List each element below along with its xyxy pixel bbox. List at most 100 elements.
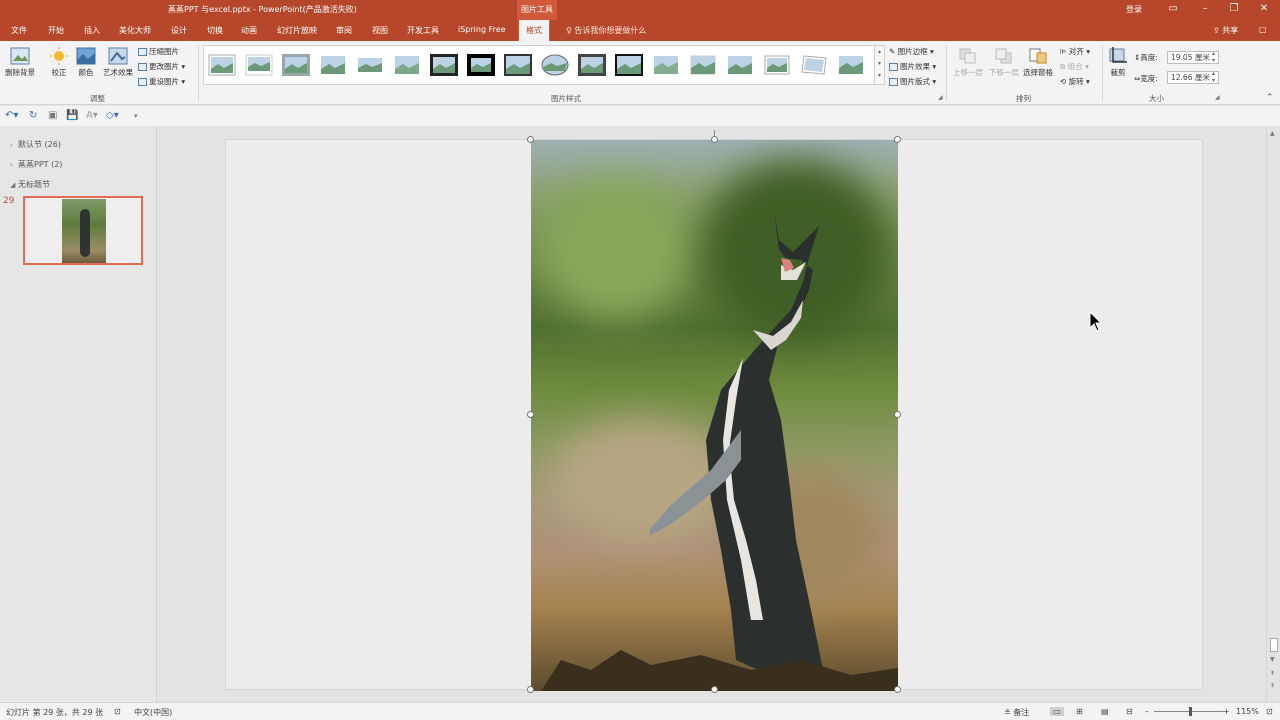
color-button[interactable]: 颜色 [74,47,98,78]
resize-handle-bottom-right[interactable] [894,686,901,693]
gallery-scroll[interactable]: ▴ ▾ ▾ [874,45,885,85]
corrections-button[interactable]: 校正 [46,47,72,78]
zoom-in-icon[interactable]: + [1223,707,1230,716]
picture-style-8[interactable] [467,54,495,76]
close-icon[interactable]: ✕ [1257,3,1271,15]
picture-style-4[interactable] [319,54,347,76]
minimize-icon[interactable]: – [1198,3,1212,15]
tab-animations[interactable]: 动画 [241,25,257,36]
next-slide-icon[interactable]: ⇟ [1270,682,1275,689]
crop-button[interactable]: 裁剪 [1106,47,1130,78]
picture-style-2[interactable] [245,54,273,76]
tab-home[interactable]: 开始 [48,25,64,36]
picture-style-6[interactable] [393,54,421,76]
spellcheck-icon[interactable]: ⊡ [114,707,121,716]
tab-insert[interactable]: 插入 [84,25,100,36]
height-spinner[interactable]: ▴ ▾ [1212,50,1215,64]
save-icon[interactable]: 💾 [66,110,78,121]
section-untitled[interactable]: ◢ 无标题节 [10,179,50,190]
picture-style-11[interactable] [578,54,606,76]
picture-style-14[interactable] [689,54,717,76]
width-spinner[interactable]: ▴ ▾ [1212,70,1215,84]
comments-icon[interactable]: ▢ [1259,25,1267,34]
shapes-icon[interactable]: ◇▾ [106,110,119,121]
rotate-button[interactable]: ⟲ 旋转 ▾ [1060,76,1090,87]
notes-button[interactable]: ≗ 备注 [1004,707,1029,718]
restore-icon[interactable]: ❐ [1227,3,1241,15]
language[interactable]: 中文(中国) [134,707,172,718]
picture-style-1[interactable] [208,54,236,76]
fit-to-window-icon[interactable]: ⊡ [1266,707,1273,716]
zoom-level[interactable]: 115% [1236,707,1259,716]
share-button[interactable]: ⇪ 共享 [1213,25,1238,36]
picture-style-9[interactable] [504,54,532,76]
start-from-beginning-icon[interactable]: ▣ [48,110,57,121]
align-button[interactable]: ⊫ 对齐 ▾ [1060,46,1090,57]
group-objects-button[interactable]: ⧉ 组合 ▾ [1060,61,1089,72]
resize-handle-top[interactable] [711,136,718,143]
normal-view-icon[interactable]: ▭ [1050,707,1064,716]
picture-style-12[interactable] [615,54,643,76]
scroll-up-icon[interactable]: ▲ [1270,130,1275,137]
resize-handle-left[interactable] [527,411,534,418]
tab-review[interactable]: 审阅 [336,25,352,36]
picture-border-button[interactable]: ✎ 图片边框 ▾ [889,46,934,57]
slide-editor-canvas[interactable] [158,126,1266,702]
size-dialog-launcher-icon[interactable]: ◢ [1215,94,1220,101]
previous-slide-icon[interactable]: ⇞ [1270,670,1275,677]
tab-developer[interactable]: 开发工具 [407,25,439,36]
picture-style-3[interactable] [282,54,310,76]
send-backward-button[interactable]: 下移一层 [986,47,1022,78]
picture-style-16[interactable] [763,54,791,76]
zoom-out-icon[interactable]: – [1145,707,1149,716]
tab-design[interactable]: 设计 [171,25,187,36]
penguin-picture[interactable] [531,140,898,691]
tab-ispring[interactable]: iSpring Free [458,25,506,34]
section-zhengzheng[interactable]: › 蒸蒸PPT (2) [10,159,62,170]
picture-style-7[interactable] [430,54,458,76]
section-default[interactable]: › 默认节 (26) [10,139,61,150]
picture-layout-button[interactable]: 图片版式 ▾ [889,76,936,87]
reading-view-icon[interactable]: ▤ [1101,707,1109,716]
tab-slideshow[interactable]: 幻灯片放映 [277,25,317,36]
tab-view[interactable]: 视图 [372,25,388,36]
change-picture-button[interactable]: 更改图片 ▾ [138,61,185,72]
tab-file[interactable]: 文件 [11,25,27,36]
artistic-effects-button[interactable]: 艺术效果 [100,47,136,78]
picture-style-5[interactable] [356,54,384,76]
resize-handle-right[interactable] [894,411,901,418]
login-link[interactable]: 登录 [1126,4,1142,15]
tab-beautify[interactable]: 美化大师 [119,25,151,36]
reset-picture-button[interactable]: 重设图片 ▾ [138,76,185,87]
slide-thumbnail[interactable] [23,196,143,265]
resize-handle-bottom[interactable] [711,686,718,693]
compress-pictures-button[interactable]: 压缩图片 [138,46,179,57]
dialog-launcher-icon[interactable]: ◢ [938,94,943,101]
resize-handle-top-left[interactable] [527,136,534,143]
slide[interactable] [225,130,1203,693]
tab-format[interactable]: 格式 [518,20,550,42]
slideshow-view-icon[interactable]: ⊟ [1126,707,1133,716]
selection-pane-button[interactable]: 选择窗格 [1020,47,1056,78]
vertical-scrollbar[interactable]: ▲ ▼ ⇞ ⇟ [1266,126,1280,702]
picture-style-18[interactable] [837,54,865,76]
picture-style-10[interactable] [541,54,569,76]
scroll-down-icon[interactable]: ▼ [1270,656,1275,663]
tell-me-search[interactable]: ♀ 告诉我你想要做什么 [566,25,646,36]
customize-qat-icon[interactable]: ▾ [134,112,138,120]
tab-transitions[interactable]: 切换 [207,25,223,36]
redo-icon[interactable]: ↻ [29,110,37,121]
undo-icon[interactable]: ↶▾ [5,110,18,121]
collapse-ribbon-icon[interactable]: ⌃ [1266,93,1274,103]
slide-sorter-icon[interactable]: ⊞ [1076,707,1083,716]
picture-style-15[interactable] [726,54,754,76]
picture-effects-button[interactable]: 图片效果 ▾ [889,61,936,72]
ribbon-display-options-icon[interactable]: ▭ [1166,3,1180,15]
remove-background-button[interactable]: 删除背景 [3,47,37,78]
rotate-handle[interactable] [714,130,715,136]
zoom-slider-knob[interactable] [1189,707,1192,716]
bring-forward-button[interactable]: 上移一层 [950,47,986,78]
scrollbar-thumb[interactable] [1270,638,1278,652]
resize-handle-bottom-left[interactable] [527,686,534,693]
font-color-icon[interactable]: A▾ [86,110,98,121]
